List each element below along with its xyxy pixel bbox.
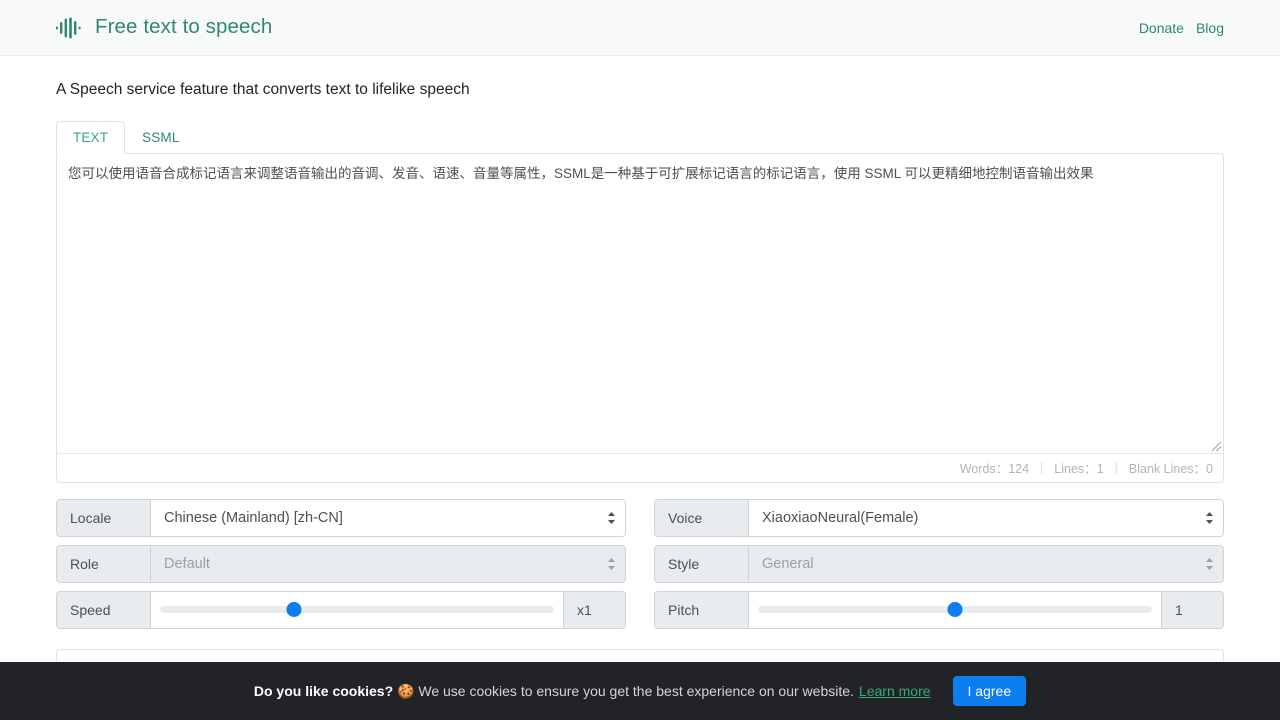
tab-ssml[interactable]: SSML xyxy=(125,121,196,154)
pitch-slider[interactable] xyxy=(758,602,1152,618)
cookie-agree-button[interactable]: I agree xyxy=(953,676,1027,706)
voice-label: Voice xyxy=(655,500,749,536)
pitch-row: Pitch 1 xyxy=(654,591,1224,629)
word-count: Words：124 xyxy=(960,458,1029,477)
pitch-value: 1 xyxy=(1161,592,1223,628)
style-value: General xyxy=(762,556,814,572)
cookie-message: Do you like cookies? 🍪 We use cookies to… xyxy=(254,683,854,700)
blank-line-count: Blank Lines：0 xyxy=(1129,458,1213,477)
style-label: Style xyxy=(655,546,749,582)
cookie-emoji-icon: 🍪 xyxy=(397,683,414,699)
pitch-slider-cell xyxy=(749,592,1161,628)
chevron-updown-icon xyxy=(1205,557,1214,571)
chevron-updown-icon xyxy=(607,511,616,525)
locale-row: Locale Chinese (Mainland) [zh-CN] xyxy=(56,499,626,537)
text-statistics: Words：124 | Lines：1 | Blank Lines：0 xyxy=(57,454,1223,482)
text-input[interactable]: 您可以使用语音合成标记语言来调整语音输出的音调、发音、语速、音量等属性，SSML… xyxy=(57,154,1223,453)
speed-slider[interactable] xyxy=(160,602,554,618)
nav-link-donate[interactable]: Donate xyxy=(1139,21,1184,35)
counter-divider-1: | xyxy=(1029,461,1054,475)
speed-value: x1 xyxy=(563,592,625,628)
top-navbar: Free text to speech Donate Blog xyxy=(0,0,1280,56)
editor-card: 您可以使用语音合成标记语言来调整语音输出的音调、发音、语速、音量等属性，SSML… xyxy=(56,153,1224,483)
locale-value: Chinese (Mainland) [zh-CN] xyxy=(164,510,343,526)
chevron-updown-icon xyxy=(1205,511,1214,525)
voice-controls: Locale Chinese (Mainland) [zh-CN] Voice … xyxy=(56,499,1224,637)
tab-text[interactable]: TEXT xyxy=(56,121,125,154)
cookie-body: We use cookies to ensure you get the bes… xyxy=(418,683,854,699)
chevron-updown-icon xyxy=(607,557,616,571)
speed-slider-track xyxy=(160,606,554,613)
voice-row: Voice XiaoxiaoNeural(Female) xyxy=(654,499,1224,537)
cookie-title: Do you like cookies? xyxy=(254,683,393,699)
speed-label: Speed xyxy=(57,592,151,628)
counter-divider-2: | xyxy=(1104,461,1129,475)
pitch-slider-thumb[interactable] xyxy=(948,602,963,617)
locale-select[interactable]: Chinese (Mainland) [zh-CN] xyxy=(151,500,625,536)
brand-title: Free text to speech xyxy=(95,17,272,38)
page-subtitle: A Speech service feature that converts t… xyxy=(56,80,1224,101)
speed-slider-thumb[interactable] xyxy=(286,602,301,617)
line-count: Lines：1 xyxy=(1054,458,1103,477)
role-select[interactable]: Default xyxy=(151,546,625,582)
main-content: A Speech service feature that converts t… xyxy=(0,80,1280,720)
voice-value: XiaoxiaoNeural(Female) xyxy=(762,510,918,526)
nav-links: Donate Blog xyxy=(1139,21,1224,35)
textarea-container: 您可以使用语音合成标记语言来调整语音输出的音调、发音、语速、音量等属性，SSML… xyxy=(57,154,1223,454)
role-value: Default xyxy=(164,556,210,572)
cookie-consent-banner: Do you like cookies? 🍪 We use cookies to… xyxy=(0,662,1280,720)
style-row: Style General xyxy=(654,545,1224,583)
speed-row: Speed x1 xyxy=(56,591,626,629)
voice-select[interactable]: XiaoxiaoNeural(Female) xyxy=(749,500,1223,536)
nav-link-blog[interactable]: Blog xyxy=(1196,21,1224,35)
editor-tabs: TEXT SSML xyxy=(56,119,1224,153)
role-row: Role Default xyxy=(56,545,626,583)
locale-label: Locale xyxy=(57,500,151,536)
waveform-icon xyxy=(56,17,86,39)
cookie-learn-more-link[interactable]: Learn more xyxy=(859,683,931,699)
pitch-label: Pitch xyxy=(655,592,749,628)
brand-logo-link[interactable]: Free text to speech xyxy=(56,17,272,39)
style-select[interactable]: General xyxy=(749,546,1223,582)
speed-slider-cell xyxy=(151,592,563,628)
role-label: Role xyxy=(57,546,151,582)
